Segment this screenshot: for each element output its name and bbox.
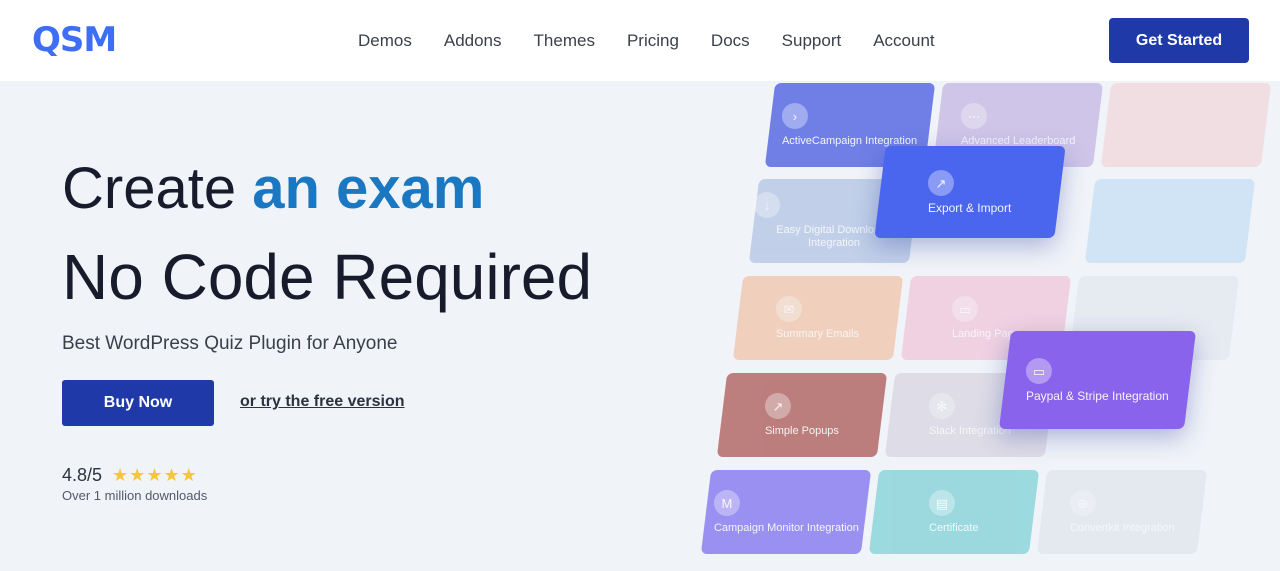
tile-export-import: ↗ Export & Import (874, 146, 1066, 238)
nav-docs[interactable]: Docs (695, 30, 766, 52)
tile-label: Export & Import (928, 200, 1012, 215)
tile-blank-1 (1100, 83, 1272, 167)
tile-label: Summary Emails (776, 327, 860, 340)
export-icon: ↗ (928, 169, 955, 196)
chevron-icon: › (782, 102, 809, 129)
tile-campaign-monitor: M Campaign Monitor Integration (700, 470, 872, 554)
buy-now-button[interactable]: Buy Now (62, 380, 214, 426)
tile-convertkit: ⊕ Convertkit Integration (1036, 470, 1208, 554)
rating-score: 4.8/5 (62, 465, 103, 485)
tile-label: Convertkit Integration (1069, 521, 1175, 534)
tile-certificate: ▤ Certificate (868, 470, 1040, 554)
campaign-monitor-icon: M (713, 489, 740, 516)
download-icon: ↓ (754, 192, 780, 218)
nav-themes[interactable]: Themes (518, 30, 611, 52)
tile-label: Advanced Leaderboard (960, 134, 1076, 147)
get-started-button[interactable]: Get Started (1109, 18, 1249, 63)
tile-label: Simple Popups (765, 424, 839, 437)
qsm-logo[interactable]: QSM (32, 20, 117, 60)
nav-support[interactable]: Support (766, 30, 858, 52)
page-icon: ▭ (952, 295, 979, 322)
hero-subtitle: Best WordPress Quiz Plugin for Anyone (62, 333, 398, 354)
headline-part1: Create (62, 156, 253, 221)
nav-addons[interactable]: Addons (428, 30, 518, 52)
tile-paypal-stripe: ▭ Paypal & Stripe Integration (998, 331, 1197, 429)
site-header: QSM Demos Addons Themes Pricing Docs Sup… (0, 0, 1280, 81)
convertkit-icon: ⊕ (1069, 489, 1096, 516)
tile-blank-2 (1084, 179, 1256, 263)
headline-accent: an exam (252, 156, 485, 221)
tile-label: ActiveCampaign Integration (782, 134, 918, 147)
nav-pricing[interactable]: Pricing (611, 30, 695, 52)
hero-headline-line1: Create an exam (62, 155, 484, 222)
tile-simple-popups: ↗ Simple Popups (716, 373, 888, 457)
rating-stars: ★★★★★ (112, 465, 198, 485)
tile-label: Easy Digital Downloads Integration (776, 224, 892, 249)
tile-label: Certificate (929, 521, 979, 534)
downloads-count: Over 1 million downloads (62, 488, 208, 503)
tile-label: Paypal & Stripe Integration (1026, 388, 1169, 403)
card-icon: ▭ (1026, 357, 1053, 384)
main-nav: Demos Addons Themes Pricing Docs Support… (342, 30, 951, 52)
hero-headline-line2: No Code Required (62, 241, 593, 313)
slack-icon: ✻ (929, 392, 956, 419)
popup-icon: ↗ (765, 392, 791, 419)
tile-label: Campaign Monitor Integration (713, 521, 859, 534)
certificate-icon: ▤ (929, 489, 956, 516)
tile-summary-emails: ✉ Summary Emails (732, 276, 904, 360)
logo-text: QSM (32, 20, 117, 60)
rating: 4.8/5 ★★★★★ (62, 465, 198, 486)
addon-tiles-grid: › ActiveCampaign Integration ⋯ Advanced Le… (690, 81, 1280, 561)
free-version-link[interactable]: or try the free version (240, 393, 405, 411)
nav-account[interactable]: Account (857, 30, 950, 52)
leaderboard-icon: ⋯ (960, 102, 987, 129)
tile-label: Slack Integration (929, 424, 1011, 437)
nav-demos[interactable]: Demos (342, 30, 428, 52)
email-icon: ✉ (776, 295, 803, 322)
